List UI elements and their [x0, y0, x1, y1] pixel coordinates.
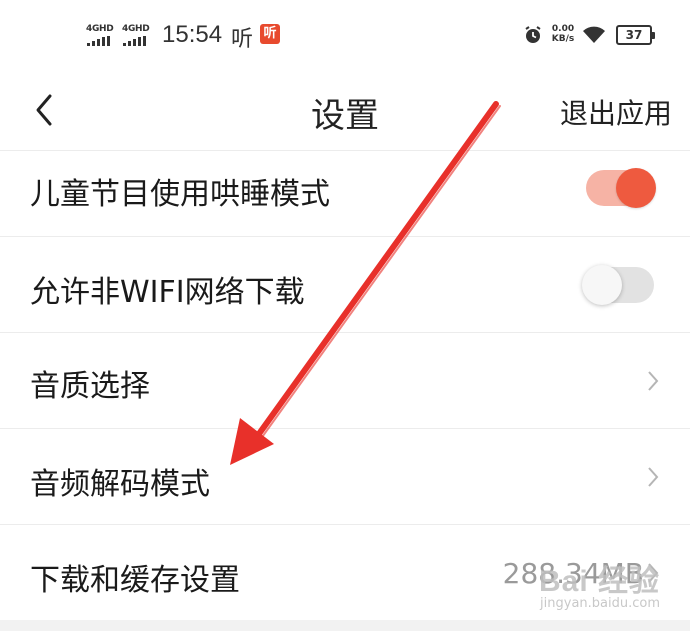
status-bar: 4GHD 4GHD 15:54 听 听 0.00 KB/s 37	[0, 0, 690, 70]
chevron-right-icon	[648, 563, 659, 583]
bottom-divider	[0, 620, 690, 631]
chevron-right-icon	[648, 371, 659, 391]
signal-icon: 4GHD	[86, 24, 120, 48]
setting-label: 允许非WIFI网络下载	[30, 275, 305, 310]
settings-list: 儿童节目使用哄睡模式 允许非WIFI网络下载 音质选择 音频解码模式 下载和缓存…	[0, 150, 690, 620]
setting-label: 音质选择	[30, 369, 150, 404]
alarm-icon	[525, 26, 541, 43]
settings-screen: 4GHD 4GHD 15:54 听 听 0.00 KB/s 37 设置 退出应用…	[0, 0, 690, 631]
network-type-label: 4GHD	[86, 24, 114, 34]
notification-text: 听	[231, 27, 254, 52]
setting-row-non-wifi-download[interactable]: 允许非WIFI网络下载	[0, 236, 690, 332]
non-wifi-download-toggle[interactable]	[582, 265, 654, 305]
speed-unit: KB/s	[551, 34, 575, 44]
exit-app-button[interactable]: 退出应用	[560, 92, 672, 132]
setting-row-audio-quality[interactable]: 音质选择	[0, 332, 690, 428]
network-type-label: 4GHD	[122, 24, 150, 34]
signal-icon: 4GHD	[122, 24, 156, 48]
status-time: 15:54	[162, 21, 223, 48]
setting-row-download-cache[interactable]: 下载和缓存设置 288.34MB	[0, 524, 690, 620]
app-notification-icon: 听	[260, 24, 280, 44]
setting-label: 音频解码模式	[30, 467, 210, 502]
nav-bar: 设置 退出应用	[0, 70, 690, 150]
setting-row-sleep-mode[interactable]: 儿童节目使用哄睡模式	[0, 150, 690, 236]
battery-level: 37	[625, 28, 643, 42]
setting-row-audio-decode[interactable]: 音频解码模式	[0, 428, 690, 524]
setting-label: 下载和缓存设置	[30, 563, 240, 598]
sleep-mode-toggle[interactable]	[586, 168, 656, 208]
chevron-right-icon	[648, 467, 659, 487]
cache-size-value: 288.34MB	[502, 557, 644, 590]
network-speed: 0.00 KB/s	[550, 24, 576, 44]
battery-icon: 37	[616, 25, 655, 45]
setting-label: 儿童节目使用哄睡模式	[30, 177, 330, 212]
wifi-icon	[583, 26, 605, 43]
speed-value: 0.00	[551, 24, 575, 34]
